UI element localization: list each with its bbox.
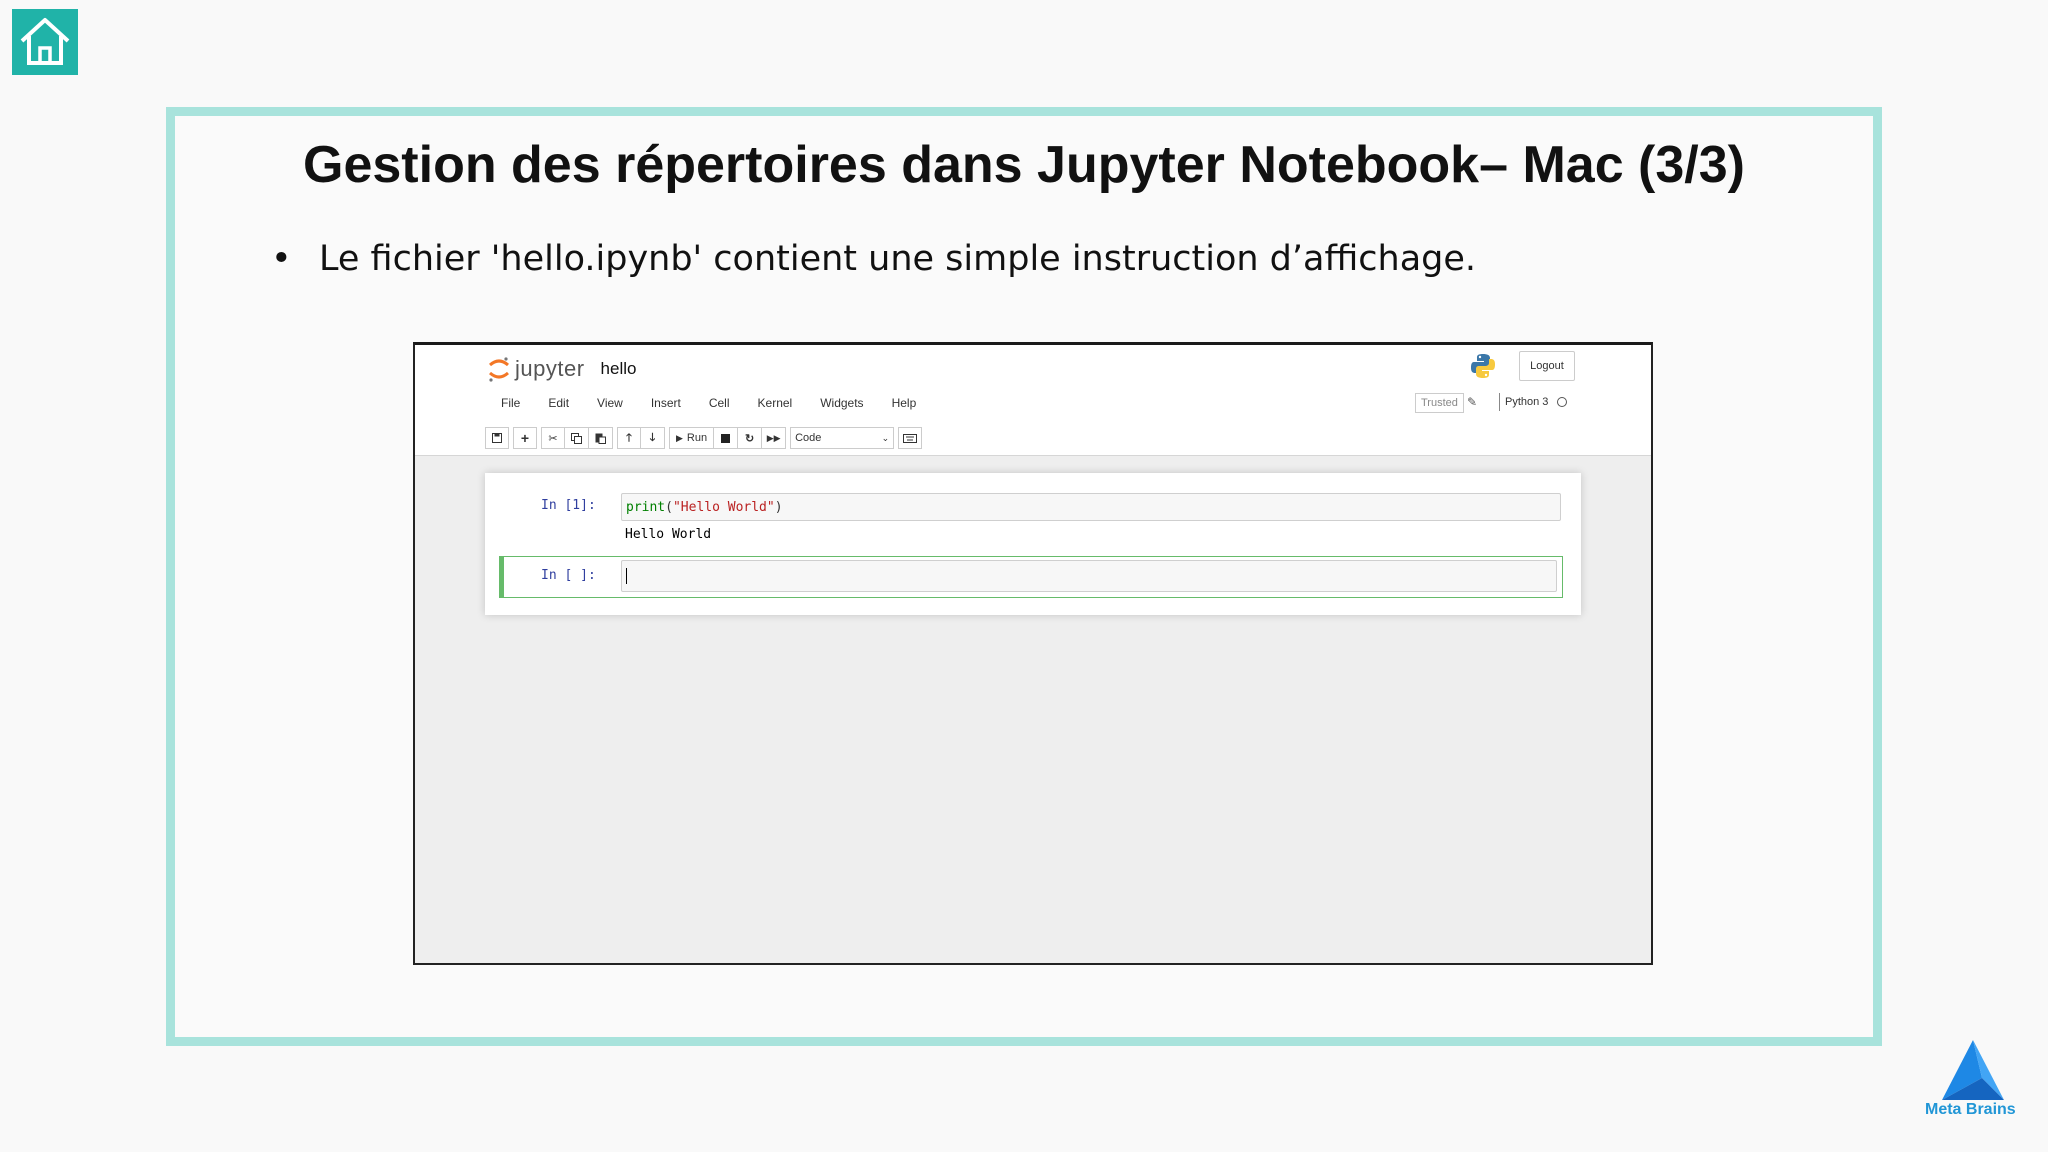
menu-help[interactable]: Help (878, 396, 931, 410)
menu-cell[interactable]: Cell (695, 396, 744, 410)
jupyter-logo-text: jupyter (515, 356, 585, 381)
code-paren-open: ( (665, 499, 673, 515)
notebook-container: In [1]: print("Hello World") Hello World… (485, 473, 1581, 615)
cell-1-prompt: In [1]: (541, 498, 596, 513)
kernel-name: Python 3 (1505, 396, 1549, 408)
menu-bar: File Edit View Insert Cell Kernel Widget… (485, 390, 930, 416)
move-down-button[interactable]: 🡓 (641, 427, 665, 449)
jupyter-logo-row: jupyter hello (487, 351, 636, 387)
bullet-item: • Le fichier 'hello.ipynb' contient une s… (271, 239, 1476, 279)
move-up-button[interactable]: 🡑 (617, 427, 641, 449)
edit-mode-pencil-icon: ✎ (1467, 395, 1478, 409)
notebook-toolbar: + ✂ 🡑 🡓 ▶ Run ↻ ▶▶ Code ⌄ (485, 426, 926, 450)
fast-forward-icon: ▶▶ (766, 432, 781, 443)
run-label: Run (686, 432, 708, 444)
save-button[interactable] (485, 427, 509, 449)
run-button[interactable]: ▶ Run (669, 427, 715, 449)
paste-icon (595, 433, 606, 444)
command-palette-button[interactable] (898, 427, 923, 449)
play-icon: ▶ (676, 432, 683, 443)
code-string: "Hello World" (672, 499, 775, 515)
logout-button[interactable]: Logout (1519, 351, 1575, 381)
cut-button[interactable]: ✂ (541, 427, 565, 449)
plus-icon: + (520, 430, 530, 446)
menu-kernel[interactable]: Kernel (744, 396, 807, 410)
menu-widgets[interactable]: Widgets (806, 396, 877, 410)
meta-brains-logo-icon (1942, 1040, 2004, 1100)
restart-icon: ↻ (745, 432, 755, 445)
restart-run-all-button[interactable]: ▶▶ (762, 427, 787, 449)
bullet-mark: • (271, 239, 292, 279)
slide-title: Gestion des répertoires dans Jupyter Not… (303, 136, 1745, 194)
copy-icon (571, 432, 582, 444)
home-button[interactable] (12, 9, 78, 75)
python-logo-icon (1471, 354, 1495, 378)
brand-name: Meta Brains (1925, 1101, 2016, 1118)
trusted-badge[interactable]: Trusted (1415, 393, 1464, 413)
scissors-icon: ✂ (548, 432, 558, 445)
insert-cell-button[interactable]: + (513, 427, 537, 449)
restart-button[interactable]: ↻ (738, 427, 763, 449)
slide-frame: Gestion des répertoires dans Jupyter Not… (166, 107, 1882, 1046)
bullet-text: Le fichier 'hello.ipynb' contient une si… (319, 239, 1477, 279)
arrow-up-icon: 🡑 (626, 431, 632, 444)
jupyter-header: jupyter hello Logout File Edit View Inse… (415, 345, 1651, 456)
interrupt-button[interactable] (714, 427, 739, 449)
arrow-down-icon: 🡓 (649, 431, 656, 444)
code-paren-close: ) (774, 499, 783, 515)
cell-type-select[interactable]: Code ⌄ (790, 427, 895, 449)
paste-button[interactable] (589, 427, 613, 449)
menu-file[interactable]: File (485, 396, 534, 410)
home-icon (20, 18, 70, 65)
cell-type-value: Code (795, 432, 822, 444)
cell-1-input[interactable]: print("Hello World") (621, 493, 1561, 521)
notebook-name[interactable]: hello (601, 359, 637, 379)
cell-2-prompt: In [ ]: (541, 568, 596, 583)
text-cursor (626, 568, 627, 584)
kernel-status-icon (1557, 397, 1568, 407)
jupyter-screenshot: jupyter hello Logout File Edit View Inse… (413, 342, 1653, 965)
selected-cell[interactable]: In [ ]: (499, 556, 1563, 598)
menu-insert[interactable]: Insert (637, 396, 695, 410)
menu-edit[interactable]: Edit (534, 396, 583, 410)
code-func: print (626, 499, 666, 515)
kernel-indicator: Python 3 (1499, 393, 1568, 411)
copy-button[interactable] (565, 427, 589, 449)
cell-2-input[interactable] (621, 560, 1557, 592)
cell-1-output: Hello World (625, 527, 712, 542)
menu-view[interactable]: View (583, 396, 637, 410)
stop-icon (721, 433, 731, 443)
keyboard-icon (903, 433, 918, 443)
save-icon (492, 433, 502, 443)
jupyter-logo-icon (489, 357, 509, 382)
chevron-down-icon: ⌄ (881, 432, 890, 443)
